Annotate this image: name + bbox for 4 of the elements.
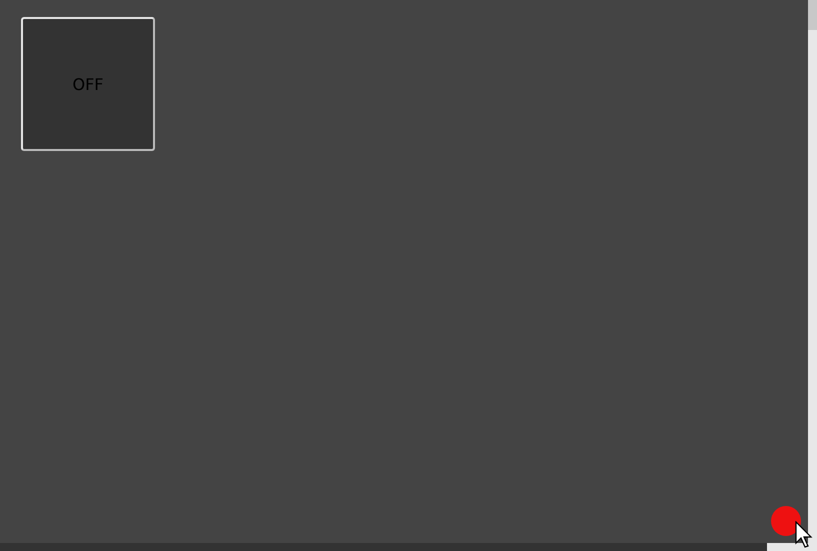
horizontal-scrollbar[interactable] [0, 543, 808, 551]
click-indicator [771, 506, 801, 536]
cursor-icon [795, 521, 813, 549]
vertical-scrollbar[interactable] [808, 0, 817, 551]
